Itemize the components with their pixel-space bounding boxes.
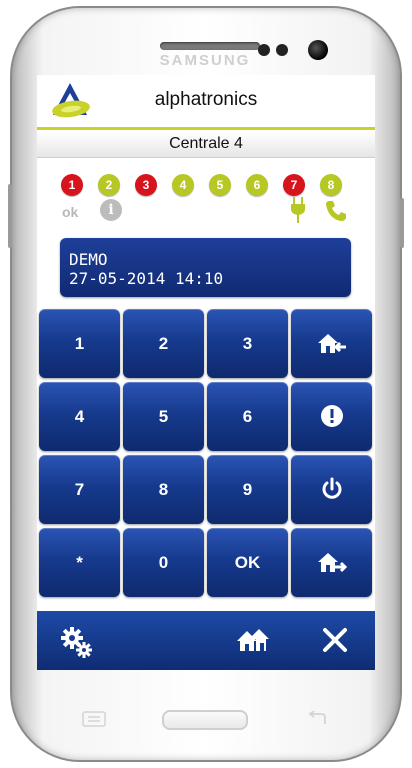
- panel-title: Centrale 4: [169, 135, 243, 152]
- home-arrow-out-key[interactable]: [291, 528, 372, 597]
- zone-indicator-8: 8: [320, 174, 342, 196]
- zone-indicator-4: 4: [172, 174, 194, 196]
- houses-icon: [237, 629, 269, 651]
- bottom-toolbar: [37, 611, 375, 670]
- key-5[interactable]: 5: [123, 382, 204, 451]
- zone-indicator-6: 6: [246, 174, 268, 196]
- key-8[interactable]: 8: [123, 455, 204, 524]
- key-1[interactable]: 1: [39, 309, 120, 378]
- info-icon[interactable]: i: [100, 199, 122, 221]
- settings-button[interactable]: [37, 611, 117, 670]
- sensor-dot: [276, 44, 288, 56]
- plug-icon: [291, 197, 305, 223]
- settings-gears-icon: [61, 627, 92, 658]
- alert-icon: [320, 405, 344, 432]
- panel-title-bar: Centrale 4: [37, 131, 375, 158]
- header-accent-line: [37, 127, 375, 130]
- zone-indicators: 12345678: [61, 174, 361, 196]
- key-7[interactable]: 7: [39, 455, 120, 524]
- sensor-dot: [258, 44, 270, 56]
- lcd-display: DEMO 27-05-2014 14:10: [60, 238, 351, 297]
- earpiece-speaker: [160, 42, 260, 50]
- app-screen: alphatronics Centrale 4 12345678 ok i DE…: [37, 75, 375, 670]
- key-3[interactable]: 3: [207, 309, 288, 378]
- zone-indicator-5: 5: [209, 174, 231, 196]
- menu-key-icon[interactable]: [82, 711, 106, 727]
- home-arrow-in-key[interactable]: [291, 309, 372, 378]
- display-line-1: DEMO: [69, 250, 108, 269]
- power-key[interactable]: [291, 455, 372, 524]
- phone-icon: [326, 201, 346, 221]
- zone-indicator-1: 1: [61, 174, 83, 196]
- volume-button[interactable]: [8, 184, 12, 248]
- zone-indicator-2: 2: [98, 174, 120, 196]
- display-line-2: 27-05-2014 14:10: [69, 269, 224, 288]
- key-2[interactable]: 2: [123, 309, 204, 378]
- power-button[interactable]: [400, 198, 404, 248]
- app-title: alphatronics: [154, 89, 258, 110]
- ok-status-label: ok: [62, 204, 79, 220]
- key-4[interactable]: 4: [39, 382, 120, 451]
- key-ok[interactable]: OK: [207, 528, 288, 597]
- back-key-icon[interactable]: [305, 711, 329, 727]
- houses-button[interactable]: [213, 611, 293, 670]
- key-star[interactable]: *: [39, 528, 120, 597]
- zone-indicator-7: 7: [283, 174, 305, 196]
- alert-key[interactable]: [291, 382, 372, 451]
- home-hardware-button[interactable]: [162, 710, 248, 730]
- home-arrow-out-icon: [316, 553, 348, 580]
- key-0[interactable]: 0: [123, 528, 204, 597]
- key-9[interactable]: 9: [207, 455, 288, 524]
- app-header: alphatronics: [37, 75, 375, 127]
- key-6[interactable]: 6: [207, 382, 288, 451]
- zone-indicator-3: 3: [135, 174, 157, 196]
- home-arrow-in-icon: [316, 334, 348, 361]
- close-icon: [323, 628, 347, 652]
- power-icon: [320, 477, 344, 505]
- front-camera: [308, 40, 328, 60]
- keypad: 1 2 3 4 5 6 7 8 9 * 0 OK: [39, 309, 373, 597]
- close-button[interactable]: [295, 611, 375, 670]
